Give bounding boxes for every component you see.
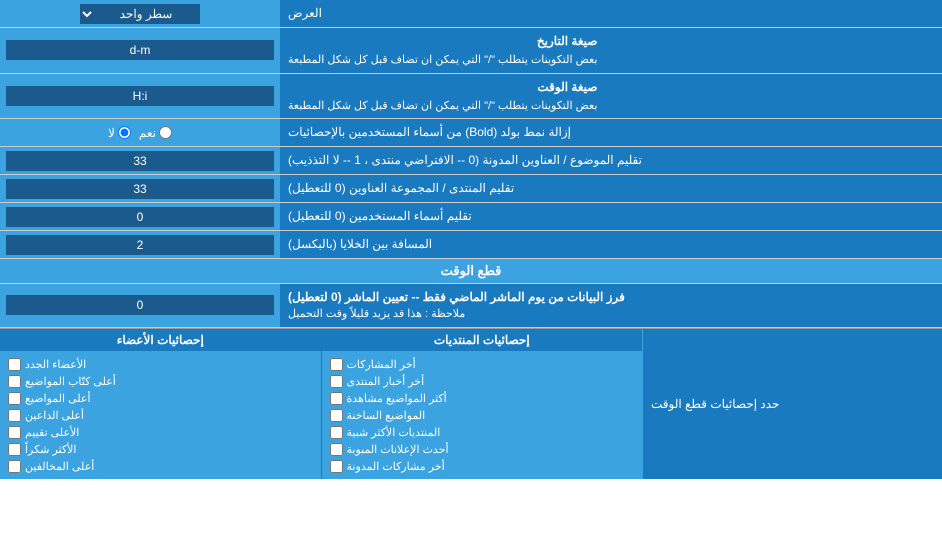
checkbox-item[interactable] xyxy=(330,460,343,473)
list-item: أعلى المخالفين xyxy=(8,458,313,475)
checkbox-item[interactable] xyxy=(330,426,343,439)
checkbox-item[interactable] xyxy=(330,392,343,405)
checkbox-item[interactable] xyxy=(8,443,21,456)
col2-header: إحصائيات المنتديات xyxy=(322,329,643,352)
checkbox-item[interactable] xyxy=(330,443,343,456)
trim-users-input[interactable] xyxy=(6,207,274,227)
checkbox-item[interactable] xyxy=(8,409,21,422)
list-item: أكثر المواضيع مشاهدة xyxy=(330,390,635,407)
radio-yes[interactable] xyxy=(159,126,172,139)
trim-users-input-cell xyxy=(0,203,280,230)
list-item: أعلى كتّاب المواضيع xyxy=(8,373,313,390)
cell-spacing-row: المسافة بين الخلايا (بالبكسل) xyxy=(0,231,942,259)
bold-remove-label: إزالة نمط بولد (Bold) من أسماء المستخدمي… xyxy=(280,119,942,146)
cell-spacing-input[interactable] xyxy=(6,235,274,255)
checkbox-item[interactable] xyxy=(330,409,343,422)
trim-subject-input[interactable] xyxy=(6,151,274,171)
realtime-input-cell xyxy=(0,284,280,327)
radio-no-label[interactable]: لا xyxy=(108,126,131,140)
checkbox-item[interactable] xyxy=(330,358,343,371)
date-format-input-cell xyxy=(0,28,280,73)
checkbox-item[interactable] xyxy=(8,460,21,473)
list-item: أعلى الداعين xyxy=(8,407,313,424)
list-item: أعلى المواضيع xyxy=(8,390,313,407)
trim-forum-input[interactable] xyxy=(6,179,274,199)
trim-users-row: تقليم أسماء المستخدمين (0 للتعطيل) xyxy=(0,203,942,231)
trim-forum-row: تقليم المنتدى / المجموعة العناوين (0 للت… xyxy=(0,175,942,203)
realtime-section-header: قطع الوقت xyxy=(0,259,942,284)
header-label: العرض xyxy=(280,0,942,27)
list-item: الأعلى تقييم xyxy=(8,424,313,441)
realtime-input[interactable] xyxy=(6,295,274,315)
trim-subject-input-cell xyxy=(0,147,280,174)
trim-forum-label: تقليم المنتدى / المجموعة العناوين (0 للت… xyxy=(280,175,942,202)
time-format-input-cell xyxy=(0,74,280,119)
col2-items: أخر المشاركات أخر أخبار المنتدى أكثر الم… xyxy=(322,352,643,479)
trim-subject-row: تقليم الموضوع / العناوين المدونة (0 -- ا… xyxy=(0,147,942,175)
list-item: أخر المشاركات xyxy=(330,356,635,373)
time-format-input[interactable] xyxy=(6,86,274,106)
bold-remove-row: إزالة نمط بولد (Bold) من أسماء المستخدمي… xyxy=(0,119,942,147)
checkbox-item[interactable] xyxy=(330,375,343,388)
time-format-row: صيغة الوقت بعض التكوينات يتطلب "/" التي … xyxy=(0,74,942,120)
list-item: الأعضاء الجدد xyxy=(8,356,313,373)
checkbox-item[interactable] xyxy=(8,358,21,371)
date-format-row: صيغة التاريخ بعض التكوينات يتطلب "/" الت… xyxy=(0,28,942,74)
bold-remove-radio-cell: نعم لا xyxy=(0,119,280,146)
time-format-label: صيغة الوقت بعض التكوينات يتطلب "/" التي … xyxy=(280,74,942,119)
list-item: أخر مشاركات المدونة xyxy=(330,458,635,475)
realtime-data-label: فرز البيانات من يوم الماشر الماضي فقط --… xyxy=(280,284,942,327)
col1-container: إحصائيات الأعضاء الأعضاء الجدد أعلى كتّا… xyxy=(0,329,322,479)
list-item: أخر أخبار المنتدى xyxy=(330,373,635,390)
display-select[interactable]: سطر واحد سطرين ثلاثة أسطر xyxy=(80,4,200,24)
list-item: أحدث الإعلانات المبوبة xyxy=(330,441,635,458)
select-cell: سطر واحد سطرين ثلاثة أسطر xyxy=(0,0,280,27)
main-container: العرض سطر واحد سطرين ثلاثة أسطر صيغة الت… xyxy=(0,0,942,479)
col1-items: الأعضاء الجدد أعلى كتّاب المواضيع أعلى ا… xyxy=(0,352,321,479)
col1-header: إحصائيات الأعضاء xyxy=(0,329,321,352)
checkbox-item[interactable] xyxy=(8,426,21,439)
date-format-input[interactable] xyxy=(6,40,274,60)
trim-forum-input-cell xyxy=(0,175,280,202)
realtime-data-row: فرز البيانات من يوم الماشر الماضي فقط --… xyxy=(0,284,942,328)
date-format-label: صيغة التاريخ بعض التكوينات يتطلب "/" الت… xyxy=(280,28,942,73)
radio-yes-label[interactable]: نعم xyxy=(139,126,172,140)
list-item: المواضيع الساخنة xyxy=(330,407,635,424)
header-row: العرض سطر واحد سطرين ثلاثة أسطر xyxy=(0,0,942,28)
checkbox-item[interactable] xyxy=(8,375,21,388)
trim-users-label: تقليم أسماء المستخدمين (0 للتعطيل) xyxy=(280,203,942,230)
list-item: الأكثر شكراً xyxy=(8,441,313,458)
trim-subject-label: تقليم الموضوع / العناوين المدونة (0 -- ا… xyxy=(280,147,942,174)
radio-no[interactable] xyxy=(118,126,131,139)
checkbox-section: حدد إحصائيات قطع الوقت إحصائيات المنتديا… xyxy=(0,328,942,479)
cell-spacing-label: المسافة بين الخلايا (بالبكسل) xyxy=(280,231,942,258)
col2-container: إحصائيات المنتديات أخر المشاركات أخر أخب… xyxy=(322,329,643,479)
cell-spacing-input-cell xyxy=(0,231,280,258)
list-item: المنتديات الأكثر شبية xyxy=(330,424,635,441)
checkbox-item[interactable] xyxy=(8,392,21,405)
limit-label: حدد إحصائيات قطع الوقت xyxy=(642,329,942,479)
